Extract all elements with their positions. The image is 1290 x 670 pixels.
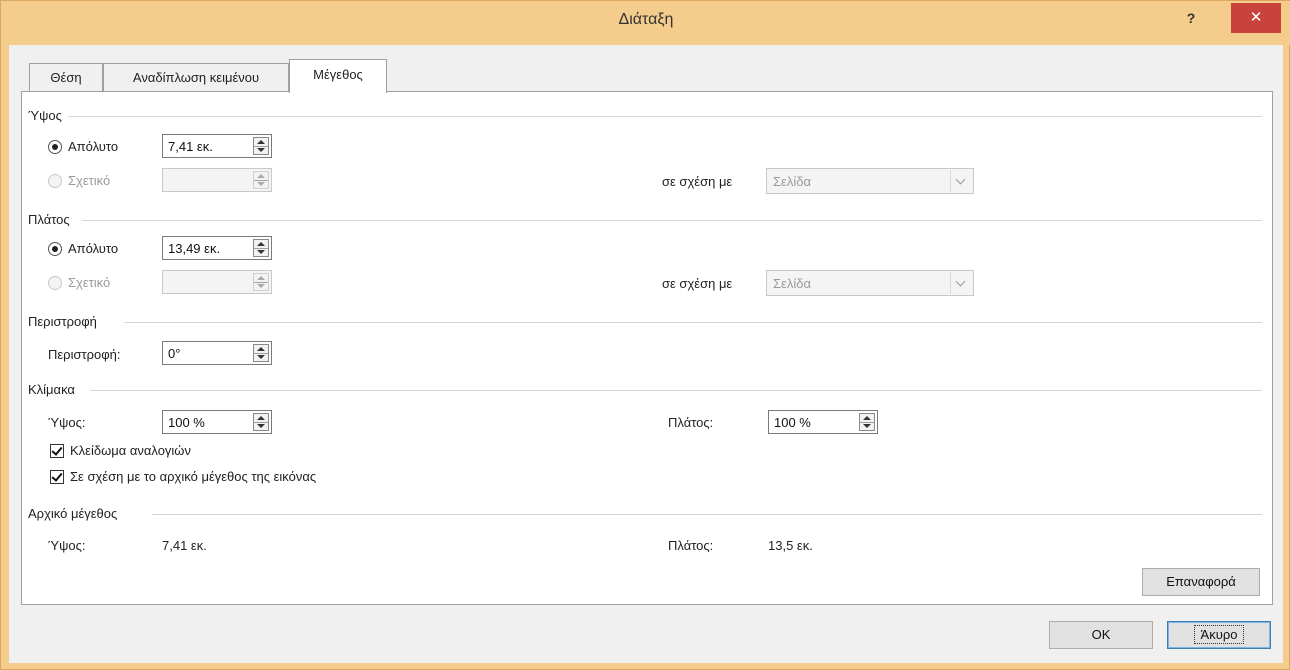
width-absolute-spin-buttons[interactable] xyxy=(253,239,269,257)
spin-down-icon xyxy=(257,250,265,254)
spin-down-icon xyxy=(257,148,265,152)
height-section-title: Ύψος xyxy=(28,108,62,123)
spin-down-icon xyxy=(863,424,871,428)
scale-section-separator xyxy=(90,390,1262,391)
original-height-value: 7,41 εκ. xyxy=(162,538,207,553)
cancel-button-label: Άκυρο xyxy=(1193,625,1245,644)
cancel-button[interactable]: Άκυρο xyxy=(1167,621,1271,649)
height-absolute-spin-buttons[interactable] xyxy=(253,137,269,155)
chevron-down-icon xyxy=(950,170,972,192)
title-bar: Διάταξη ? ✕ xyxy=(1,1,1290,45)
original-size-section-title: Αρχικό μέγεθος xyxy=(28,506,118,521)
spin-divider xyxy=(254,282,268,283)
original-size-section-separator xyxy=(152,514,1262,515)
rotation-section-separator xyxy=(124,322,1262,323)
spin-divider xyxy=(254,180,268,181)
lock-aspect-checkbox[interactable] xyxy=(50,444,64,458)
scale-height-spin-buttons[interactable] xyxy=(253,413,269,431)
height-relative-stepper[interactable] xyxy=(162,168,272,192)
spin-up-icon xyxy=(257,276,265,280)
scale-section-title: Κλίμακα xyxy=(28,382,75,397)
width-absolute-label: Απόλυτο xyxy=(68,241,119,256)
width-relative-spin-buttons[interactable] xyxy=(253,273,269,291)
spin-up-icon xyxy=(257,347,265,351)
width-relative-stepper[interactable] xyxy=(162,270,272,294)
width-relative-to-label: σε σχέση με xyxy=(662,276,733,291)
spin-down-icon xyxy=(257,182,265,186)
width-relative-to-dropdown[interactable]: Σελίδα xyxy=(766,270,974,296)
height-absolute-label: Απόλυτο xyxy=(68,139,119,154)
scale-width-label: Πλάτος: xyxy=(668,415,714,430)
layout-dialog: Διάταξη ? ✕ Θέση Αναδίπλωση κειμένου Μέγ… xyxy=(0,0,1290,670)
height-relative-to-value: Σελίδα xyxy=(773,174,811,189)
width-section-separator xyxy=(82,220,1262,221)
spin-up-icon xyxy=(257,140,265,144)
original-height-label: Ύψος: xyxy=(48,538,86,553)
scale-width-stepper[interactable]: 100 % xyxy=(768,410,878,434)
width-relative-label: Σχετικό xyxy=(68,275,111,290)
scale-width-spin-buttons[interactable] xyxy=(859,413,875,431)
close-button[interactable]: ✕ xyxy=(1231,3,1281,33)
scale-height-label: Ύψος: xyxy=(48,415,86,430)
spin-divider xyxy=(254,146,268,147)
rotation-value: 0° xyxy=(168,346,181,361)
height-absolute-radio[interactable] xyxy=(48,140,62,154)
rotation-stepper[interactable]: 0° xyxy=(162,341,272,365)
help-button[interactable]: ? xyxy=(1177,7,1205,33)
spin-divider xyxy=(254,248,268,249)
width-relative-to-value: Σελίδα xyxy=(773,276,811,291)
spin-down-icon xyxy=(257,284,265,288)
width-absolute-value: 13,49 εκ. xyxy=(168,241,221,256)
relative-original-label: Σε σχέση με το αρχικό μέγεθος της εικόνα… xyxy=(70,469,317,484)
height-absolute-stepper[interactable]: 7,41 εκ. xyxy=(162,134,272,158)
height-relative-to-label: σε σχέση με xyxy=(662,174,733,189)
lock-aspect-label: Κλείδωμα αναλογιών xyxy=(70,443,191,458)
scale-height-value: 100 % xyxy=(168,415,205,430)
spin-down-icon xyxy=(257,424,265,428)
width-absolute-stepper[interactable]: 13,49 εκ. xyxy=(162,236,272,260)
spin-up-icon xyxy=(257,174,265,178)
height-relative-label: Σχετικό xyxy=(68,173,111,188)
height-relative-spin-buttons[interactable] xyxy=(253,171,269,189)
spin-divider xyxy=(860,422,874,423)
width-absolute-radio[interactable] xyxy=(48,242,62,256)
height-absolute-value: 7,41 εκ. xyxy=(168,139,213,154)
ok-button[interactable]: OK xyxy=(1049,621,1153,649)
tab-position[interactable]: Θέση xyxy=(29,63,103,92)
height-section-separator xyxy=(68,116,1262,117)
original-width-label: Πλάτος: xyxy=(668,538,714,553)
width-relative-radio[interactable] xyxy=(48,276,62,290)
rotation-label: Περιστροφή: xyxy=(48,347,121,362)
spin-up-icon xyxy=(863,416,871,420)
dialog-client-area: Θέση Αναδίπλωση κειμένου Μέγεθος Ύψος Απ… xyxy=(9,45,1283,663)
size-tab-panel: Ύψος Απόλυτο 7,41 εκ. Σχετικό σε σχέση μ… xyxy=(21,91,1273,605)
tab-text-wrapping[interactable]: Αναδίπλωση κειμένου xyxy=(103,63,289,92)
spin-divider xyxy=(254,353,268,354)
scale-width-value: 100 % xyxy=(774,415,811,430)
width-section-title: Πλάτος xyxy=(28,212,70,227)
rotation-section-title: Περιστροφή xyxy=(28,314,97,329)
dialog-title: Διάταξη xyxy=(618,11,674,28)
spin-up-icon xyxy=(257,416,265,420)
height-relative-to-dropdown[interactable]: Σελίδα xyxy=(766,168,974,194)
relative-original-checkbox[interactable] xyxy=(50,470,64,484)
scale-height-stepper[interactable]: 100 % xyxy=(162,410,272,434)
reset-button[interactable]: Επαναφορά xyxy=(1142,568,1260,596)
original-width-value: 13,5 εκ. xyxy=(768,538,813,553)
spin-down-icon xyxy=(257,355,265,359)
rotation-spin-buttons[interactable] xyxy=(253,344,269,362)
chevron-down-icon xyxy=(950,272,972,294)
spin-divider xyxy=(254,422,268,423)
height-relative-radio[interactable] xyxy=(48,174,62,188)
tab-size[interactable]: Μέγεθος xyxy=(289,59,387,93)
spin-up-icon xyxy=(257,242,265,246)
